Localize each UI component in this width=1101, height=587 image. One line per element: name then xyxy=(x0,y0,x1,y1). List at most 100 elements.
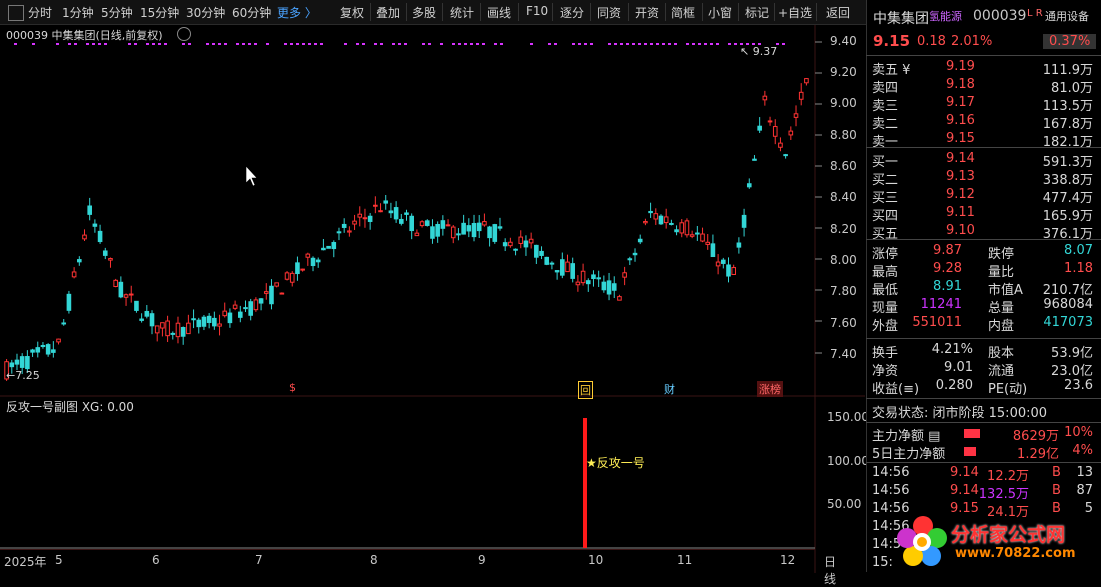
candle-body xyxy=(388,210,394,214)
stat-row: 涨停 9.87 跌停 8.07 xyxy=(866,243,1101,262)
candle-body xyxy=(741,214,747,228)
book-label: 卖五 ¥ xyxy=(872,63,911,78)
candle-body xyxy=(238,311,243,318)
add-watchlist-button[interactable]: +自选 xyxy=(778,4,812,21)
small-window-button[interactable]: 小窗 xyxy=(708,4,732,21)
signal-dot xyxy=(68,43,71,45)
candle-body xyxy=(611,283,617,291)
period-label[interactable]: 日线 xyxy=(824,553,836,587)
candle-body xyxy=(705,241,711,245)
signal-dot xyxy=(554,43,557,45)
signal-dot xyxy=(32,43,35,45)
candle-body xyxy=(492,224,498,242)
date-label: 2025年 xyxy=(4,555,47,569)
signal-dot xyxy=(248,43,251,45)
stats-button[interactable]: 统计 xyxy=(450,4,474,21)
stat-value: 53.9亿 xyxy=(1051,346,1093,361)
tick-row: 14:56 9.14 132.5万 B 87 xyxy=(866,483,1101,502)
f10-button[interactable]: F10 xyxy=(526,4,548,18)
candle-body xyxy=(248,301,253,316)
zhufen-button[interactable]: 逐分 xyxy=(560,4,584,21)
kaizi-button[interactable]: 开资 xyxy=(635,4,659,21)
candle-body xyxy=(746,183,752,188)
candle-body xyxy=(357,213,363,218)
candle-body xyxy=(378,210,383,213)
tick-price: 9.14 xyxy=(950,483,979,498)
stat-value: 9.87 xyxy=(933,243,962,258)
mark-button[interactable]: 标记 xyxy=(745,4,769,21)
candle-body xyxy=(580,270,586,284)
candle-body xyxy=(757,125,762,131)
candle-body xyxy=(637,238,643,243)
signal-dot xyxy=(548,43,551,45)
candle-body xyxy=(565,261,570,273)
tick-side: B xyxy=(1052,465,1061,480)
tab-60min[interactable]: 60分钟 xyxy=(232,4,271,21)
high-marker: ↖ 9.37 xyxy=(740,45,778,58)
candle-body xyxy=(622,272,627,278)
candle-body xyxy=(341,223,347,228)
fuquan-button[interactable]: 复权 xyxy=(340,4,364,21)
order-book-row[interactable]: 买三 9.12 477.4万 xyxy=(866,187,1101,206)
candle-body xyxy=(778,142,783,148)
tab-30min[interactable]: 30分钟 xyxy=(186,4,225,21)
tongzi-button[interactable]: 同资 xyxy=(597,4,621,21)
overlay-button[interactable]: 叠加 xyxy=(376,4,400,21)
candle-body xyxy=(471,222,477,238)
stat-key: 内盘 xyxy=(988,319,1015,334)
signal-dot xyxy=(266,43,269,45)
draw-button[interactable]: 画线 xyxy=(487,4,511,21)
tab-5min[interactable]: 5分钟 xyxy=(101,4,133,21)
order-book-row[interactable]: 卖四 9.18 81.0万 xyxy=(866,77,1101,96)
candle-body xyxy=(102,250,108,256)
book-price: 9.13 xyxy=(946,169,975,184)
event-badge[interactable]: 涨榜 xyxy=(757,381,783,397)
candle-body xyxy=(222,310,228,317)
event-badge[interactable]: $ xyxy=(289,381,296,394)
kline-chart[interactable] xyxy=(0,25,865,573)
candle-body xyxy=(165,320,170,337)
stat-value: 417073 xyxy=(1043,315,1093,330)
toggle-icon[interactable] xyxy=(8,5,24,21)
signal-bar xyxy=(583,418,587,548)
gear-icon[interactable] xyxy=(177,27,191,41)
order-book-row[interactable]: 买一 9.14 591.3万 xyxy=(866,151,1101,170)
candle-body xyxy=(19,356,25,368)
candle-body xyxy=(508,241,513,247)
signal-dot xyxy=(704,43,707,45)
industry-tag[interactable]: 通用设备 xyxy=(1045,8,1089,24)
book-volume: 591.3万 xyxy=(1042,155,1093,170)
event-badge[interactable]: 财 xyxy=(664,381,675,397)
candle-body xyxy=(606,280,612,295)
candle-body xyxy=(212,317,217,327)
candle-body xyxy=(14,359,20,365)
order-book-row[interactable]: 买二 9.13 338.8万 xyxy=(866,169,1101,188)
tab-fenshi[interactable]: 分时 xyxy=(28,4,52,21)
tab-15min[interactable]: 15分钟 xyxy=(140,4,179,21)
book-price: 9.12 xyxy=(946,187,975,202)
candle-body xyxy=(279,292,285,295)
book-price: 9.16 xyxy=(946,113,975,128)
candle-body xyxy=(663,216,669,224)
more-button[interactable]: 更多 〉 xyxy=(277,4,317,21)
tab-1min[interactable]: 1分钟 xyxy=(62,4,94,21)
candle-body xyxy=(56,338,61,343)
candle-body xyxy=(61,322,67,325)
candle-body xyxy=(393,207,399,220)
jiankuang-button[interactable]: 简框 xyxy=(671,4,695,21)
order-book-row[interactable]: 买四 9.11 165.9万 xyxy=(866,205,1101,224)
signal-dot xyxy=(692,43,695,45)
book-label: 卖二 xyxy=(872,117,899,132)
candle-body xyxy=(632,252,638,256)
order-book-row[interactable]: 卖二 9.16 167.8万 xyxy=(866,113,1101,132)
order-book-row[interactable]: 卖三 9.17 113.5万 xyxy=(866,95,1101,114)
stat-value: 9.01 xyxy=(944,360,973,375)
concept-tag[interactable]: 氢能源 xyxy=(929,8,962,24)
signal-dot xyxy=(500,43,503,45)
candle-body xyxy=(461,222,466,235)
order-book-row[interactable]: 卖五 ¥ 9.19 111.9万 xyxy=(866,59,1101,78)
stat-key: PE(动) xyxy=(988,382,1028,397)
event-badge[interactable]: 回 xyxy=(578,381,593,399)
back-button[interactable]: 返回 xyxy=(826,4,850,21)
multi-stock-button[interactable]: 多股 xyxy=(412,4,436,21)
